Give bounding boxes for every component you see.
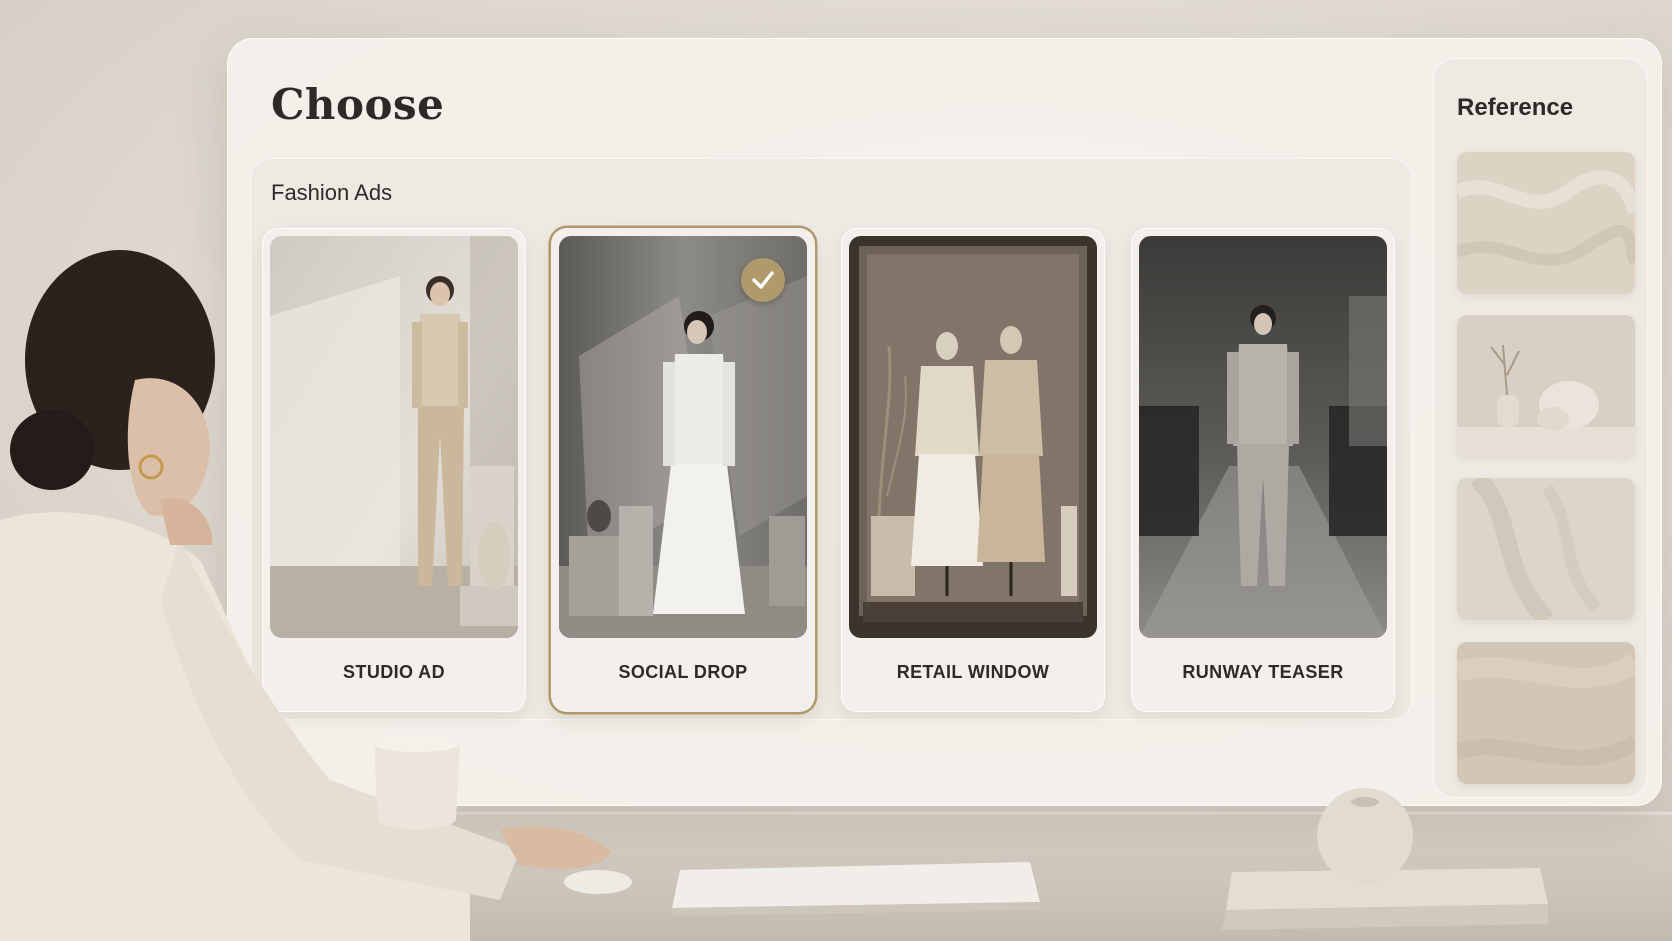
coffee-cup <box>374 736 460 829</box>
books-and-ornament <box>1222 788 1548 930</box>
keyboard <box>672 862 1040 916</box>
foreground-scene <box>0 250 1548 941</box>
person-illustration <box>0 250 612 941</box>
mouse <box>564 870 632 894</box>
